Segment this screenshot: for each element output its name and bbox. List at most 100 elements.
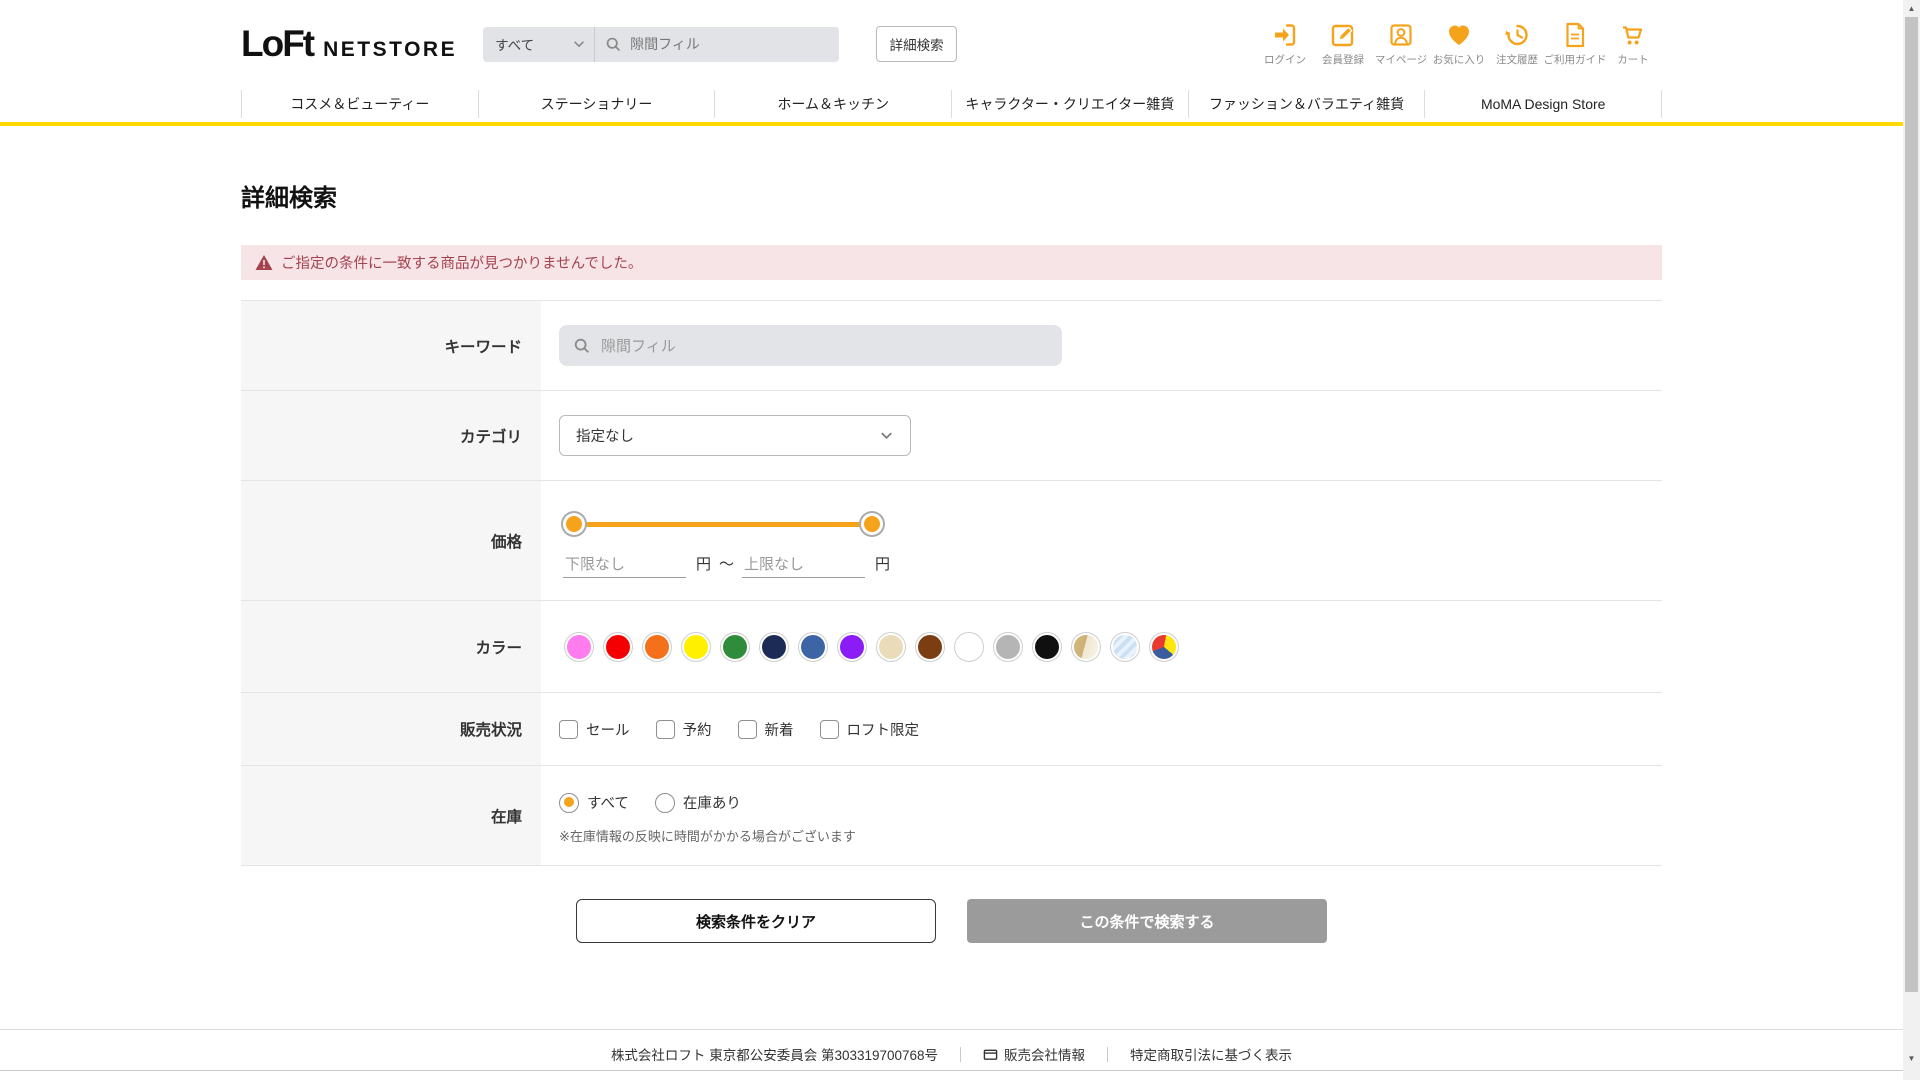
- white-color-swatch[interactable]: [957, 634, 981, 659]
- category-select[interactable]: 指定なし: [559, 415, 911, 456]
- bottom-divider: [0, 1070, 1903, 1071]
- blue-color-swatch[interactable]: [801, 634, 825, 659]
- cart-icon: [1623, 26, 1643, 45]
- mypage-link[interactable]: マイページ: [1372, 21, 1430, 67]
- price-min-input[interactable]: [563, 554, 686, 578]
- site-header: LoFt NETSTORE すべて 隙間フィル 詳細検索 ログイン 会員登録 マ…: [0, 0, 1903, 126]
- header-search-value: 隙間フィル: [630, 36, 700, 52]
- loft-logo[interactable]: LoFt NETSTORE: [241, 23, 457, 65]
- brown-color-swatch[interactable]: [918, 634, 942, 659]
- price-range-tilde: ～: [719, 556, 735, 573]
- sales-status-row: 販売状況 セール 予約 新着 ロフト限定: [241, 693, 1662, 766]
- price-range-slider[interactable]: [566, 509, 880, 539]
- store-icon: [983, 1049, 998, 1060]
- nav-item-moma[interactable]: MoMA Design Store: [1424, 90, 1663, 118]
- chevron-down-icon: [574, 41, 585, 48]
- keyword-input[interactable]: 隙間フィル: [559, 325, 1062, 366]
- color-swatch-row: [567, 634, 1176, 659]
- slider-track[interactable]: [574, 522, 872, 527]
- black-color-swatch[interactable]: [1035, 634, 1059, 659]
- favorites-label: お気に入り: [1432, 54, 1486, 66]
- radio-all[interactable]: すべて: [559, 792, 629, 813]
- pink-color-swatch[interactable]: [567, 634, 591, 659]
- orange-color-swatch[interactable]: [645, 634, 669, 659]
- cart-link[interactable]: カート: [1604, 21, 1662, 67]
- scrollbar-down-arrow[interactable]: ▼: [1903, 1050, 1920, 1067]
- order-history-label: 注文履歴: [1496, 54, 1538, 66]
- checkbox-loft-limited[interactable]: ロフト限定: [819, 719, 920, 740]
- category-row: カテゴリ 指定なし: [241, 391, 1662, 481]
- nav-item-cosmetics[interactable]: コスメ＆ビューティー: [241, 90, 478, 118]
- detail-search-button[interactable]: 詳細検索: [876, 26, 958, 62]
- slider-handle-min[interactable]: [566, 516, 582, 532]
- search-category-select[interactable]: すべて: [483, 26, 596, 62]
- purple-color-swatch[interactable]: [840, 634, 864, 659]
- search-icon: [574, 338, 589, 353]
- scrollbar-thumb[interactable]: [1905, 17, 1918, 992]
- beige-color-swatch[interactable]: [879, 634, 903, 659]
- gold-color-swatch[interactable]: [1074, 634, 1098, 659]
- price-max-input[interactable]: [742, 554, 866, 578]
- login-icon: [1275, 24, 1296, 46]
- gray-color-swatch[interactable]: [996, 634, 1020, 659]
- main-content: 詳細検索 ご指定の条件に一致する商品が見つかりませんでした。 キーワード 隙間フ…: [0, 178, 1903, 943]
- checkbox-box[interactable]: [737, 719, 757, 739]
- radio-button[interactable]: [654, 792, 675, 813]
- stock-options: すべて 在庫あり: [559, 792, 741, 813]
- checkbox-reservation[interactable]: 予約: [655, 719, 712, 740]
- checkbox-new[interactable]: 新着: [737, 719, 794, 740]
- nav-item-home-kitchen[interactable]: ホーム＆キッチン: [714, 90, 951, 118]
- register-link[interactable]: 会員登録: [1314, 21, 1372, 67]
- scrollbar-up-arrow[interactable]: ▲: [1903, 0, 1920, 17]
- navy-color-swatch[interactable]: [762, 634, 786, 659]
- form-actions: 検索条件をクリア この条件で検索する: [241, 899, 1662, 943]
- vertical-scrollbar[interactable]: ▲ ▼: [1903, 0, 1920, 1080]
- warning-icon: [255, 255, 273, 270]
- footer-link-company-info[interactable]: 販売会社情報: [983, 1044, 1085, 1064]
- yellow-color-swatch[interactable]: [684, 634, 708, 659]
- checkbox-box[interactable]: [655, 719, 675, 739]
- stock-note: ※在庫情報の反映に時間がかかる場合がございます: [559, 829, 856, 844]
- favorites-link[interactable]: お気に入り: [1430, 21, 1488, 67]
- clear-color-swatch[interactable]: [1113, 634, 1137, 659]
- slider-handle-max[interactable]: [864, 516, 880, 532]
- error-message: ご指定の条件に一致する商品が見つかりませんでした。: [281, 256, 643, 272]
- nav-item-fashion-variety[interactable]: ファッション＆バラエティ雑貨: [1187, 90, 1425, 118]
- header-quick-icons: ログイン 会員登録 マイページ お気に入り 注文履歴 ご利用ガイド カート: [1256, 21, 1662, 67]
- register-icon: [1331, 24, 1354, 47]
- green-color-swatch[interactable]: [723, 634, 747, 659]
- nav-item-character-goods[interactable]: キャラクター・クリエイター雑貨: [951, 90, 1188, 118]
- content-area: LoFt NETSTORE すべて 隙間フィル 詳細検索 ログイン 会員登録 マ…: [0, 0, 1903, 1080]
- red-color-swatch[interactable]: [606, 634, 630, 659]
- search-icon: [606, 37, 621, 51]
- footer-divider: [1107, 1046, 1109, 1062]
- radio-in-stock[interactable]: 在庫あり: [654, 792, 741, 813]
- login-link[interactable]: ログイン: [1256, 21, 1314, 67]
- footer-link-legal[interactable]: 特定商取引法に基づく表示: [1130, 1044, 1292, 1064]
- checkbox-sale[interactable]: セール: [559, 719, 630, 740]
- site-footer: 株式会社ロフト 東京都公安委員会 第303319700768号 販売会社情報 特…: [0, 1029, 1903, 1064]
- guide-link[interactable]: ご利用ガイド: [1544, 21, 1607, 67]
- clear-conditions-button[interactable]: 検索条件をクリア: [576, 899, 936, 943]
- category-label: カテゴリ: [241, 391, 541, 480]
- order-history-link[interactable]: 注文履歴: [1488, 21, 1546, 67]
- advanced-search-form: キーワード 隙間フィル カテゴリ 指定なし 価格 下限なし 円 ～ 上限なし 円…: [241, 300, 1662, 866]
- checkbox-box[interactable]: [559, 719, 578, 739]
- checkbox-label: ロフト限定: [846, 722, 920, 739]
- header-search-input[interactable]: 隙間フィル: [595, 34, 839, 54]
- category-value: 指定なし: [576, 429, 634, 445]
- mypage-icon: [1390, 24, 1412, 46]
- checkbox-box[interactable]: [819, 719, 839, 739]
- favorites-icon: [1449, 25, 1469, 45]
- page-title: 詳細検索: [241, 185, 337, 212]
- order-history-icon: [1505, 24, 1528, 46]
- register-label: 会員登録: [1322, 54, 1364, 66]
- multicolor-color-swatch[interactable]: [1152, 634, 1176, 659]
- search-with-conditions-button[interactable]: この条件で検索する: [967, 899, 1327, 943]
- keyword-label: キーワード: [241, 301, 541, 390]
- search-category-value: すべて: [495, 38, 535, 53]
- checkbox-label: 新着: [764, 722, 794, 739]
- checkbox-label: 予約: [682, 722, 712, 739]
- radio-button[interactable]: [559, 792, 579, 813]
- nav-item-stationery[interactable]: ステーショナリー: [477, 90, 715, 118]
